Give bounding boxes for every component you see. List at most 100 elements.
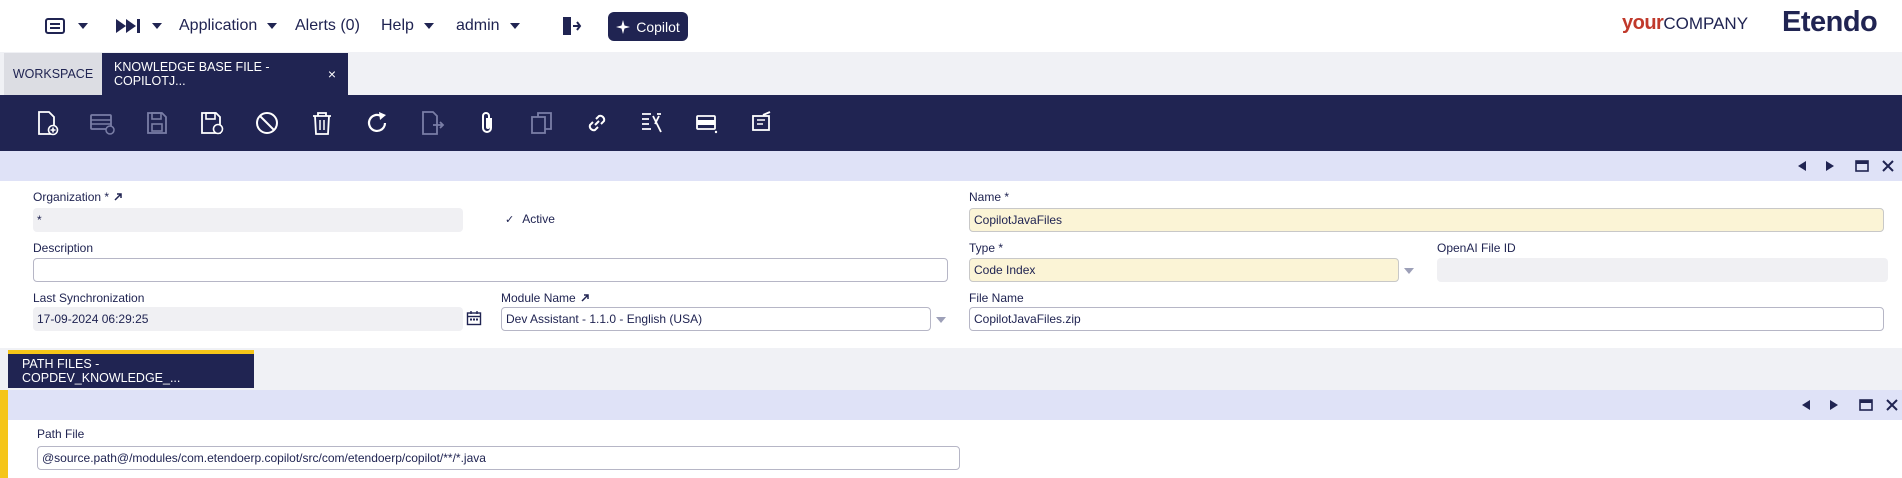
save-button[interactable] bbox=[143, 109, 171, 137]
user-menu-label: admin bbox=[456, 17, 500, 34]
toolbar bbox=[0, 95, 1902, 151]
chevron-down-icon bbox=[423, 23, 434, 29]
file-name-label: File Name bbox=[969, 291, 1024, 305]
active-label: Active bbox=[522, 212, 555, 226]
copilot-button[interactable]: Copilot bbox=[608, 12, 688, 41]
maximize-button[interactable] bbox=[1855, 159, 1869, 173]
chevron-left-icon bbox=[1798, 161, 1806, 171]
next-record-button[interactable] bbox=[1827, 398, 1841, 412]
tab-workspace[interactable]: WORKSPACE bbox=[4, 53, 102, 95]
previous-record-button[interactable] bbox=[1799, 398, 1813, 412]
close-form-button[interactable] bbox=[1881, 159, 1895, 173]
top-navigation: Application Alerts (0) Help admin Copilo… bbox=[0, 0, 1902, 52]
openai-file-id-field[interactable] bbox=[1437, 258, 1888, 282]
module-name-label: Module Name bbox=[501, 291, 590, 305]
company-logo: yourCOMPANY bbox=[1622, 12, 1748, 35]
organization-label-text: Organization * bbox=[33, 190, 110, 204]
filter-button[interactable] bbox=[638, 109, 666, 137]
save-close-icon bbox=[201, 112, 224, 135]
path-file-form: Path File @source.path@/modules/com.eten… bbox=[8, 420, 1902, 478]
name-field[interactable]: CopilotJavaFiles bbox=[969, 208, 1884, 232]
clone-button[interactable] bbox=[528, 109, 556, 137]
refresh-button[interactable] bbox=[363, 109, 391, 137]
record-form: Organization * * ✓ Active Name * Copilot… bbox=[0, 181, 1902, 348]
grid-view-button[interactable] bbox=[693, 109, 721, 137]
openai-file-id-label: OpenAI File ID bbox=[1437, 241, 1516, 255]
etendo-logo: Etendo bbox=[1782, 6, 1878, 38]
attachment-icon bbox=[482, 112, 492, 133]
close-icon[interactable]: × bbox=[328, 66, 336, 82]
application-menu-label: Application bbox=[179, 17, 258, 34]
new-record-icon bbox=[38, 111, 59, 136]
tab-path-files[interactable]: PATH FILES - COPDEV_KNOWLEDGE_... bbox=[8, 350, 254, 388]
active-checkbox[interactable]: ✓ Active bbox=[505, 212, 555, 226]
window-tab-bar: WORKSPACE KNOWLEDGE BASE FILE - COPILOTJ… bbox=[0, 52, 1902, 95]
path-file-label: Path File bbox=[37, 427, 85, 441]
chevron-right-icon bbox=[1830, 400, 1838, 410]
module-name-select[interactable]: Dev Assistant - 1.1.0 - English (USA) bbox=[501, 307, 931, 331]
alerts-link[interactable]: Alerts (0) bbox=[295, 14, 360, 38]
application-menu[interactable]: Application bbox=[179, 14, 278, 38]
link-arrow-icon[interactable] bbox=[580, 293, 590, 303]
notes-button[interactable] bbox=[748, 109, 776, 137]
company-logo-company: COMPANY bbox=[1663, 14, 1749, 33]
new-row-button[interactable] bbox=[88, 109, 116, 137]
subform-header-bar bbox=[8, 390, 1902, 420]
new-record-button[interactable] bbox=[33, 109, 61, 137]
tab-knowledge-base-file[interactable]: KNOWLEDGE BASE FILE - COPILOTJ... × bbox=[102, 53, 348, 95]
attachment-button[interactable] bbox=[473, 109, 501, 137]
link-arrow-icon[interactable] bbox=[113, 192, 123, 202]
last-sync-label: Last Synchronization bbox=[33, 291, 145, 305]
subtab-bar: PATH FILES - COPDEV_KNOWLEDGE_... bbox=[0, 348, 1902, 390]
maximize-icon bbox=[1855, 160, 1869, 172]
save-close-button[interactable] bbox=[198, 109, 226, 137]
description-field[interactable] bbox=[33, 258, 948, 282]
chevron-down-icon bbox=[267, 23, 278, 29]
company-logo-your: your bbox=[1622, 12, 1664, 34]
chevron-down-icon bbox=[78, 23, 88, 29]
check-icon: ✓ bbox=[505, 213, 515, 226]
quick-launch-button[interactable] bbox=[114, 14, 162, 38]
maximize-icon bbox=[1859, 399, 1873, 411]
maximize-button[interactable] bbox=[1859, 398, 1873, 412]
subtab-accent bbox=[0, 390, 8, 478]
notes-icon bbox=[752, 111, 771, 131]
link-icon bbox=[588, 114, 606, 132]
close-icon bbox=[1882, 160, 1894, 172]
fast-forward-icon bbox=[116, 19, 140, 33]
previous-record-button[interactable] bbox=[1795, 159, 1809, 173]
close-form-button[interactable] bbox=[1885, 398, 1899, 412]
chevron-down-icon[interactable] bbox=[1404, 268, 1414, 274]
path-file-field[interactable]: @source.path@/modules/com.etendoerp.copi… bbox=[37, 446, 960, 470]
help-menu-label: Help bbox=[381, 17, 414, 34]
grid-view-icon bbox=[696, 115, 718, 134]
delete-icon bbox=[313, 112, 331, 135]
help-menu[interactable]: Help bbox=[381, 14, 434, 38]
export-button[interactable] bbox=[418, 109, 446, 137]
form-header-bar bbox=[0, 151, 1902, 181]
app-menu-button[interactable] bbox=[44, 14, 88, 38]
refresh-icon bbox=[367, 112, 387, 132]
tab-path-files-label: PATH FILES - COPDEV_KNOWLEDGE_... bbox=[22, 357, 181, 385]
last-sync-field[interactable]: 17-09-2024 06:29:25 bbox=[33, 307, 463, 331]
chevron-down-icon bbox=[509, 23, 520, 29]
type-select[interactable]: Code Index bbox=[969, 258, 1399, 282]
save-icon bbox=[147, 112, 167, 134]
organization-field[interactable]: * bbox=[33, 208, 463, 232]
chevron-down-icon[interactable] bbox=[936, 317, 946, 323]
logout-button[interactable] bbox=[560, 14, 582, 38]
chevron-left-icon bbox=[1802, 400, 1810, 410]
cancel-button[interactable] bbox=[253, 109, 281, 137]
link-button[interactable] bbox=[583, 109, 611, 137]
file-name-field[interactable]: CopilotJavaFiles.zip bbox=[969, 307, 1884, 331]
sparkle-icon bbox=[616, 19, 631, 34]
calendar-icon bbox=[466, 311, 482, 326]
calendar-button[interactable] bbox=[466, 310, 482, 331]
description-label: Description bbox=[33, 241, 94, 255]
next-record-button[interactable] bbox=[1823, 159, 1837, 173]
name-label: Name * bbox=[969, 190, 1010, 204]
clone-icon bbox=[531, 112, 552, 134]
copilot-label: Copilot bbox=[636, 18, 680, 35]
delete-button[interactable] bbox=[308, 109, 336, 137]
user-menu[interactable]: admin bbox=[456, 14, 520, 38]
